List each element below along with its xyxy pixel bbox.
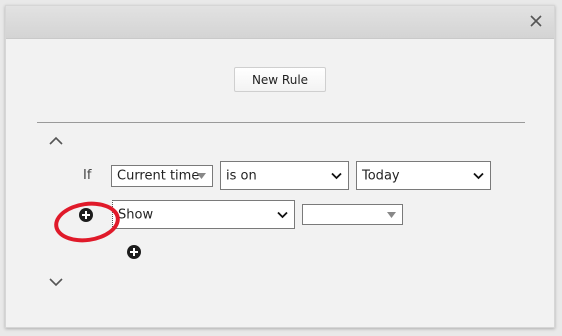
- operator-value: is on: [226, 168, 257, 183]
- value-value: Today: [362, 168, 400, 183]
- new-rule-button[interactable]: New Rule: [234, 67, 326, 92]
- add-action-icon[interactable]: [79, 208, 93, 222]
- condition-field-value: Current time: [117, 168, 200, 184]
- chevron-down-icon: [473, 172, 484, 179]
- value-select[interactable]: Today: [356, 161, 491, 190]
- chevron-down-icon: [277, 211, 288, 218]
- action-select[interactable]: Show: [112, 200, 295, 229]
- chevron-down-icon[interactable]: [48, 276, 64, 288]
- if-label: If: [83, 168, 92, 183]
- chevron-up-icon[interactable]: [48, 135, 64, 147]
- caret-down-icon: [387, 211, 396, 218]
- caret-down-icon: [197, 173, 206, 179]
- condition-field-select[interactable]: Current time: [111, 165, 213, 187]
- rule-dialog: New Rule If Current time is on Today Sho…: [5, 5, 555, 328]
- chevron-down-icon: [331, 172, 342, 179]
- divider: [37, 122, 525, 123]
- dialog-titlebar: [6, 6, 554, 39]
- add-condition-icon[interactable]: [127, 245, 141, 259]
- close-icon[interactable]: [528, 13, 544, 29]
- operator-select[interactable]: is on: [220, 161, 349, 190]
- target-select[interactable]: [302, 204, 403, 225]
- action-value: Show: [118, 207, 154, 222]
